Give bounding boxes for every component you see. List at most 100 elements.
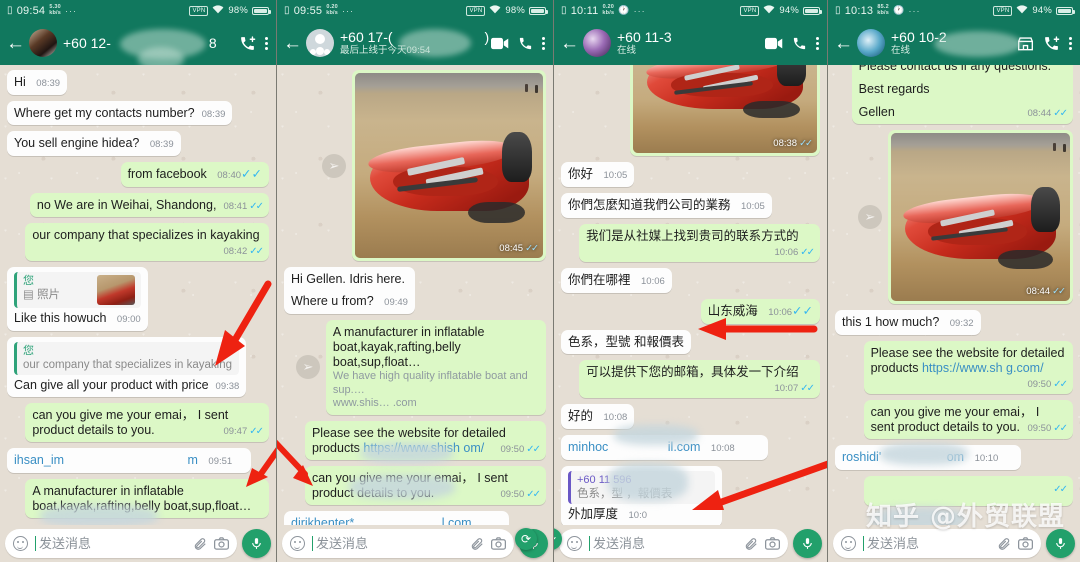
message-row[interactable]: can you give me your emai， I sent produc… (835, 400, 1073, 439)
message-list-1[interactable]: Hi 08:39 Where get my contacts number? 0… (0, 65, 276, 525)
emoji-icon[interactable] (13, 536, 28, 551)
message-list-3[interactable]: 08:38 ✓✓ 你好 10:05 你們怎麼知道我們公司的業務 10:05 我们是… (554, 65, 827, 525)
message-bubble[interactable]: A manufacturer in inflatable boat,kayak,… (25, 479, 269, 518)
message-row[interactable]: +60 11 596 色系，型 ，報價表 外加厚度 10:0 (561, 466, 820, 525)
emoji-icon[interactable] (841, 536, 856, 551)
message-row[interactable]: can you give me your emai， I sent produc… (7, 403, 269, 442)
message-row[interactable]: 可以提供下您的邮箱，具体发一下介绍 10:07 ✓✓ (561, 360, 820, 398)
message-input-box[interactable]: 发送消息 (282, 529, 514, 558)
message-row[interactable]: this 1 how much? 09:32 (835, 310, 1073, 335)
emoji-icon[interactable] (567, 536, 582, 551)
camera-icon[interactable] (214, 537, 229, 550)
business-shop-icon[interactable] (1017, 36, 1034, 51)
message-input-box[interactable]: 发送消息 (559, 529, 788, 558)
back-arrow-icon[interactable]: ← (834, 34, 853, 53)
overflow-menu-icon[interactable] (542, 36, 545, 50)
message-row[interactable]: Please see the website for detailed prod… (835, 341, 1073, 394)
message-row[interactable]: ihsan_im m 09:51 (7, 448, 269, 473)
message-row[interactable]: 好的 10:08 (561, 404, 820, 429)
message-bubble-email[interactable]: roshidi' om 10:10 (835, 445, 1021, 470)
message-bubble[interactable]: from facebook 08:40✓✓ (120, 162, 269, 187)
forward-icon[interactable]: ➢ (322, 153, 346, 178)
message-bubble[interactable]: 我们是从社媒上找到贵司的联系方式的 10:06 ✓✓ (579, 224, 820, 262)
message-row[interactable]: 你們怎麼知道我們公司的業務 10:05 (561, 193, 820, 218)
link-preview-url[interactable]: www.shis… .com (333, 397, 539, 411)
avatar[interactable] (857, 29, 885, 57)
camera-icon[interactable] (1018, 537, 1033, 550)
message-row[interactable]: 我们是从社媒上找到贵司的联系方式的 10:06 ✓✓ (561, 224, 820, 262)
message-bubble[interactable]: 山东威海 10:06✓✓ (700, 299, 820, 324)
message-row[interactable]: Hi Gellen. Idris here. Where u from? 09:… (284, 267, 546, 314)
message-bubble-link[interactable]: Please see the website for detailed prod… (304, 420, 546, 460)
quoted-message[interactable]: +60 11 596 色系，型 ，報價表 (568, 471, 715, 504)
paperclip-icon[interactable] (997, 537, 1011, 551)
message-row[interactable]: A manufacturer in inflatable boat,kayak,… (7, 479, 269, 518)
message-row[interactable]: 你好 10:05 (561, 162, 820, 187)
photo-message[interactable]: 08:38 ✓✓ (630, 65, 820, 156)
message-row[interactable]: 您 ▤ 照片 Like this howuch 09:00 (7, 267, 269, 331)
message-row[interactable]: Where get my contacts number? 08:39 (7, 101, 269, 125)
paperclip-icon[interactable] (470, 537, 484, 551)
message-row[interactable]: 色系，型號 和報價表 (561, 330, 820, 354)
message-bubble[interactable]: 好的 10:08 (561, 404, 635, 429)
message-row-photo[interactable]: ➢ 08:44 ✓✓ (835, 130, 1073, 304)
microphone-icon[interactable] (793, 529, 822, 558)
message-bubble[interactable]: Please contact us if any questions. Best… (851, 65, 1073, 124)
message-bubble[interactable]: this 1 how much? 09:32 (835, 310, 981, 335)
quoted-message[interactable]: 您 our company that specializes in kayaki… (14, 342, 239, 375)
overflow-menu-icon[interactable] (1069, 36, 1072, 50)
message-bubble-with-quote[interactable]: +60 11 596 色系，型 ，報價表 外加厚度 10:0 (561, 466, 722, 525)
message-row[interactable]: Please see the website for detailed prod… (284, 420, 546, 460)
contact-name[interactable]: +60 12- 8 (63, 35, 233, 51)
message-row[interactable]: roshidi' om 10:10 (835, 445, 1073, 470)
paperclip-icon[interactable] (193, 537, 207, 551)
avatar[interactable] (583, 29, 611, 57)
message-bubble[interactable]: Hi 08:39 (7, 70, 68, 95)
message-bubble-email[interactable]: ihsan_im m 09:51 (7, 448, 251, 473)
message-row[interactable]: Hi 08:39 (7, 70, 269, 95)
message-row[interactable]: ➢ A manufacturer in inflatable boat,kaya… (284, 320, 546, 415)
message-bubble[interactable]: Where get my contacts number? 08:39 (7, 101, 233, 125)
photo-message[interactable]: 08:45 ✓✓ (352, 70, 546, 261)
message-row[interactable]: 山东威海 10:06✓✓ (561, 299, 820, 324)
quoted-message[interactable]: 您 ▤ 照片 (14, 272, 141, 308)
message-row[interactable]: Please contact us if any questions. Best… (835, 65, 1073, 124)
contact-name[interactable]: +60 17-() (340, 29, 489, 45)
message-bubble-email[interactable]: dirikhenter* l.com 09:52 (284, 510, 510, 525)
video-call-icon[interactable] (491, 37, 509, 50)
message-input-box[interactable]: 发送消息 (833, 529, 1041, 558)
message-input-box[interactable]: 发送消息 (5, 529, 237, 558)
message-input-placeholder[interactable]: 发送消息 (863, 536, 990, 551)
photo-thumbnail[interactable]: 08:45 ✓✓ (355, 73, 543, 258)
add-call-icon[interactable] (239, 35, 256, 52)
back-arrow-icon[interactable]: ← (283, 34, 302, 53)
camera-icon[interactable] (491, 537, 506, 550)
message-row[interactable]: 您 our company that specializes in kayaki… (7, 337, 269, 397)
message-bubble-with-quote[interactable]: 您 our company that specializes in kayaki… (7, 337, 247, 397)
message-bubble[interactable]: 色系，型號 和報價表 (561, 330, 691, 354)
contact-name[interactable]: +60 10-2 (891, 29, 1011, 45)
back-arrow-icon[interactable]: ← (560, 34, 579, 53)
message-bubble[interactable]: 你好 10:05 (561, 162, 635, 187)
photo-thumbnail[interactable]: 08:38 ✓✓ (633, 65, 817, 153)
message-input-placeholder[interactable]: 发送消息 (312, 536, 463, 551)
microphone-icon[interactable] (242, 529, 271, 558)
overflow-menu-icon[interactable] (265, 36, 268, 50)
contact-name[interactable]: +60 11-3 (617, 29, 759, 45)
avatar[interactable] (306, 29, 334, 57)
add-call-icon[interactable] (1043, 35, 1060, 52)
microphone-icon[interactable] (1046, 529, 1075, 558)
message-row[interactable]: dirikhenter* l.com 09:52 (284, 510, 546, 525)
message-row[interactable]: 你們在哪裡 10:06 (561, 268, 820, 293)
message-bubble[interactable]: can you give me your emai， I sent produc… (863, 400, 1073, 439)
message-bubble[interactable]: can you give me your emai， I sent produc… (25, 403, 269, 442)
message-bubble-with-quote[interactable]: 您 ▤ 照片 Like this howuch 09:00 (7, 267, 148, 331)
message-row[interactable]: from facebook 08:40✓✓ (7, 162, 269, 187)
message-bubble[interactable]: 你們在哪裡 10:06 (561, 268, 672, 293)
message-bubble[interactable]: no We are in Weihai, Shandong, 08:41 ✓✓ (29, 193, 269, 217)
paperclip-icon[interactable] (744, 537, 758, 551)
message-bubble[interactable]: can you give me your emai， I sent produc… (304, 465, 546, 505)
avatar[interactable] (29, 29, 57, 57)
emoji-icon[interactable] (290, 536, 305, 551)
message-bubble-link-preview[interactable]: A manufacturer in inflatable boat,kayak,… (325, 320, 546, 415)
